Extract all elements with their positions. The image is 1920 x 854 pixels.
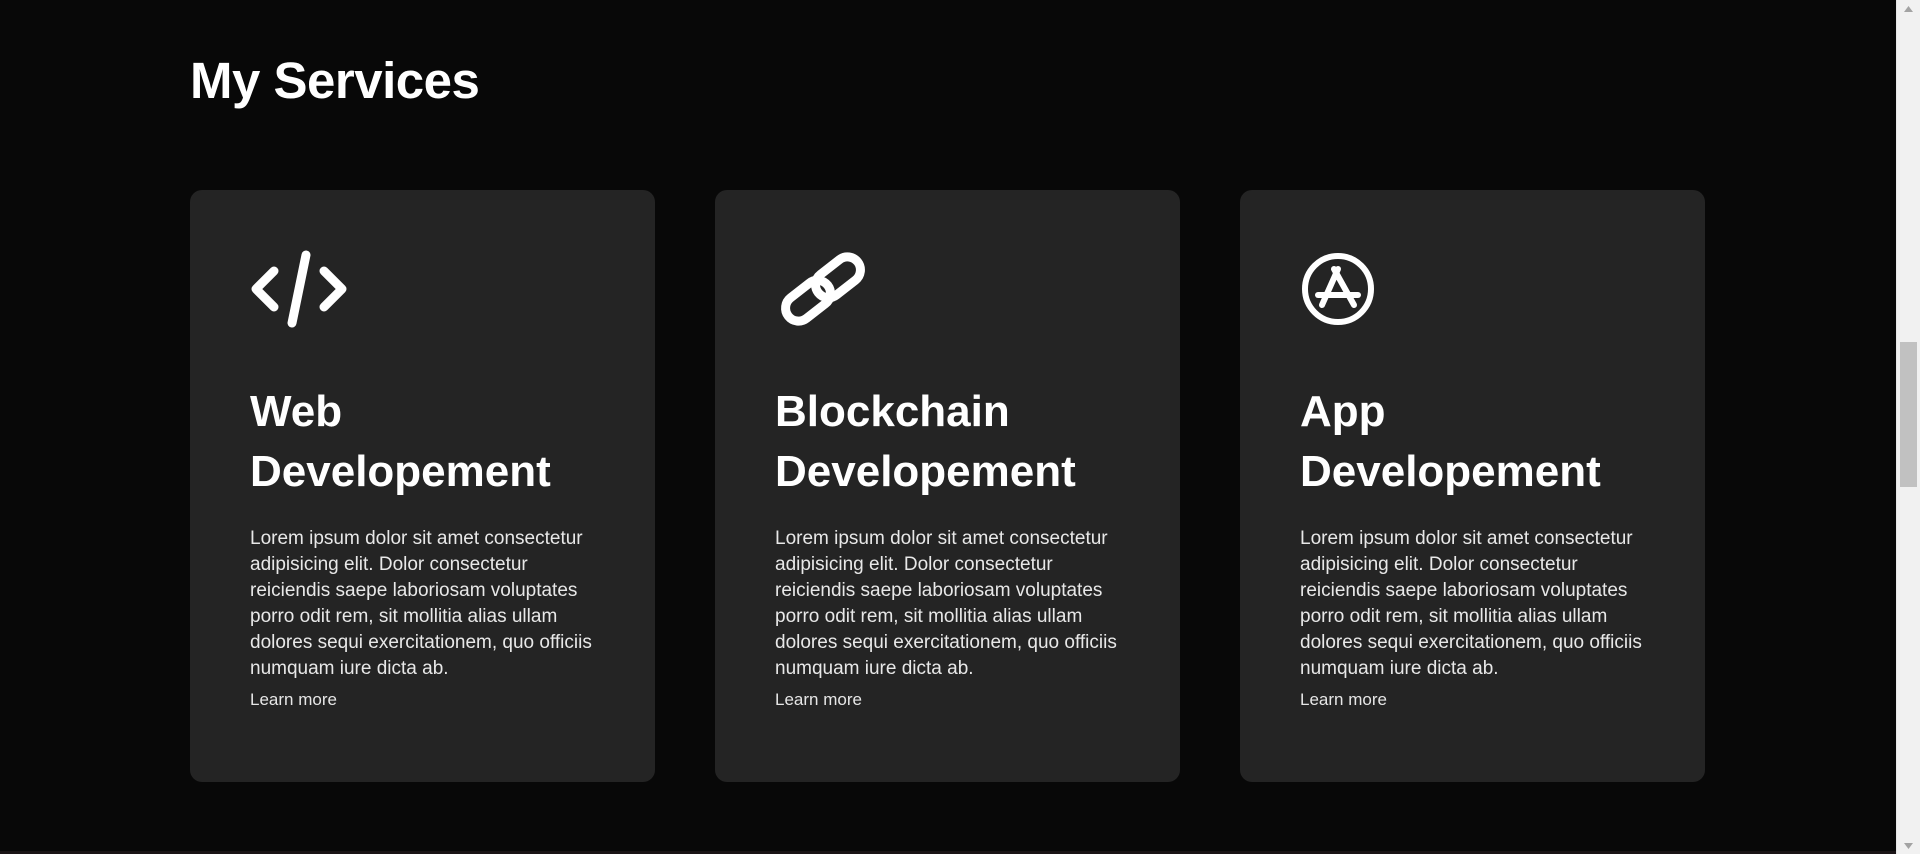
service-description: Lorem ipsum dolor sit amet consectetur a… — [1300, 528, 1642, 679]
page: My Services Web Developement Lorem ipsum… — [0, 0, 1920, 854]
service-title-line1: App — [1300, 387, 1386, 436]
learn-more-link[interactable]: Learn more — [250, 690, 337, 710]
service-title: App Developement — [1300, 382, 1655, 502]
service-card-blockchain: Blockchain Developement Lorem ipsum dolo… — [715, 190, 1180, 782]
app-store-icon — [1300, 249, 1400, 329]
services-cards: Web Developement Lorem ipsum dolor sit a… — [190, 190, 1705, 782]
service-card-app: App Developement Lorem ipsum dolor sit a… — [1240, 190, 1705, 782]
service-description: Lorem ipsum dolor sit amet consectetur a… — [250, 528, 592, 679]
service-card-web: Web Developement Lorem ipsum dolor sit a… — [190, 190, 655, 782]
service-title-line2: Developement — [250, 447, 551, 496]
service-title: Web Developement — [250, 382, 605, 502]
scrollbar-thumb[interactable] — [1900, 342, 1917, 487]
service-description: Lorem ipsum dolor sit amet consectetur a… — [775, 528, 1117, 679]
scroll-down-arrow-icon[interactable] — [1897, 837, 1920, 854]
service-title-line2: Developement — [1300, 447, 1601, 496]
scroll-up-arrow-icon[interactable] — [1897, 0, 1920, 17]
code-icon — [250, 249, 350, 329]
service-title-line1: Web — [250, 387, 343, 436]
service-title-line1: Blockchain — [775, 387, 1010, 436]
service-title-line2: Developement — [775, 447, 1076, 496]
learn-more-link[interactable]: Learn more — [775, 690, 862, 710]
section-title: My Services — [190, 52, 480, 109]
services-section: My Services Web Developement Lorem ipsum… — [0, 0, 1896, 854]
vertical-scrollbar[interactable] — [1896, 0, 1920, 854]
learn-more-link[interactable]: Learn more — [1300, 690, 1387, 710]
chain-link-icon — [775, 249, 875, 329]
service-title: Blockchain Developement — [775, 382, 1130, 502]
